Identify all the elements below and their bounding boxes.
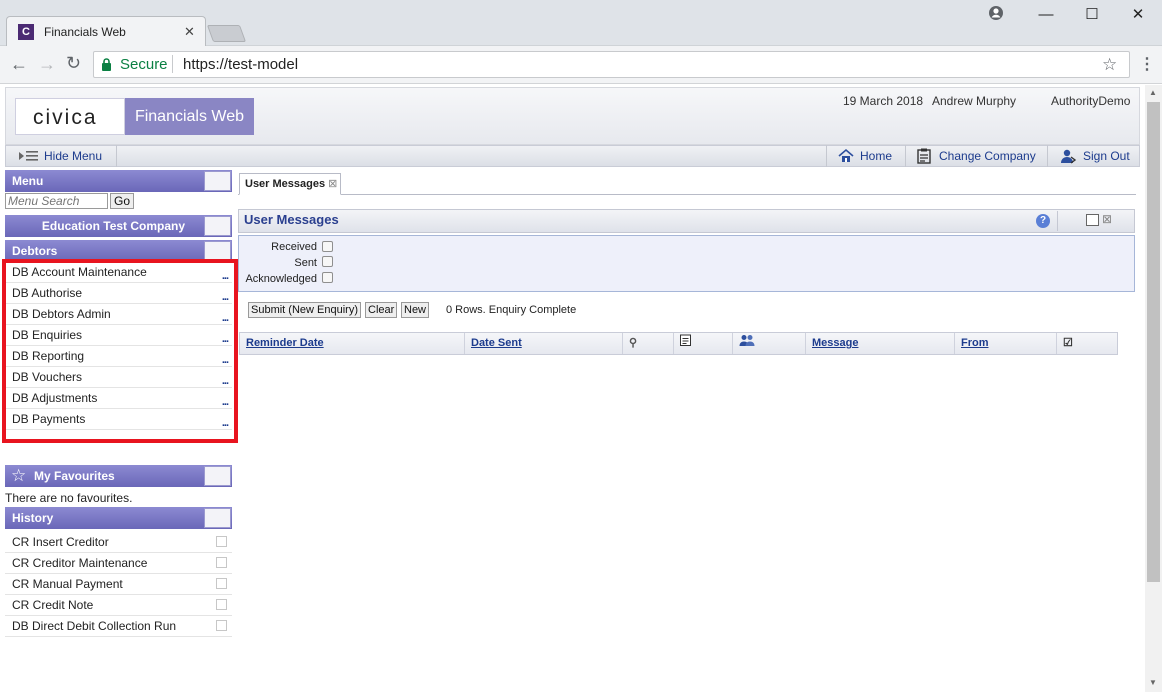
panel-restore-icon[interactable] (1086, 214, 1099, 226)
col-reminder-date[interactable]: Reminder Date (240, 333, 465, 354)
menu-panel-title: Menu (12, 174, 44, 188)
favourites-empty-text: There are no favourites. (5, 491, 133, 505)
status-text: 0 Rows. Enquiry Complete (446, 304, 577, 316)
panel-close-icon[interactable]: ⊠ (1102, 212, 1112, 226)
history-item-cr-creditor-maintenance[interactable]: CR Creditor Maintenance (5, 553, 232, 574)
hide-menu-icon[interactable] (18, 149, 40, 163)
history-panel-icon[interactable] (204, 508, 231, 528)
url-text[interactable]: https://test-model (183, 56, 298, 73)
history-item-cr-insert-creditor[interactable]: CR Insert Creditor (5, 532, 232, 553)
favourites-header: My Favourites (5, 465, 232, 487)
debtors-title: Debtors (12, 244, 58, 258)
bookmark-star-icon[interactable]: ☆ (1102, 55, 1117, 75)
sent-label: Sent (294, 257, 317, 269)
menu-panel-settings-icon[interactable] (204, 171, 231, 191)
logo-text: civica (33, 106, 98, 129)
filter-panel (238, 235, 1135, 292)
history-item-cr-credit-note[interactable]: CR Credit Note (5, 595, 232, 616)
acknowledged-checkbox[interactable] (322, 272, 333, 283)
new-button[interactable]: New (401, 302, 430, 318)
col-notes[interactable] (674, 333, 733, 354)
browser-menu-icon[interactable]: ⋮ (1139, 54, 1155, 74)
highlight-box (2, 259, 238, 443)
menu-panel-header: Menu (5, 170, 232, 192)
lock-icon (101, 58, 112, 71)
change-company-icon[interactable] (916, 148, 932, 164)
col-attachment[interactable]: ⚲ (623, 333, 674, 354)
submit-new-enquiry-button[interactable]: Submit (New Enquiry) (248, 302, 361, 318)
tab-close-icon[interactable]: ✕ (184, 24, 195, 40)
header-date: 19 March 2018 (843, 94, 924, 108)
address-divider (172, 55, 173, 73)
company-panel-icon[interactable] (204, 216, 231, 236)
menubar-divider (826, 145, 827, 167)
menu-search-input[interactable] (5, 193, 108, 209)
forward-icon[interactable]: → (38, 54, 56, 75)
open-link-icon[interactable] (216, 578, 227, 589)
open-link-icon[interactable] (216, 557, 227, 568)
profile-icon[interactable] (988, 5, 1004, 21)
clear-button[interactable]: Clear (365, 302, 398, 318)
header-user: Andrew Murphy (932, 94, 1017, 108)
scroll-down-icon[interactable]: ▼ (1149, 678, 1157, 687)
received-label: Received (271, 241, 317, 253)
tab-user-messages[interactable]: User Messages ⊠ (239, 173, 341, 195)
history-header: History (5, 507, 232, 529)
users-icon (739, 335, 755, 349)
col-acknowledged[interactable]: ☑ (1057, 333, 1117, 354)
col-recipients[interactable] (733, 333, 806, 354)
sign-out-link[interactable]: Sign Out (1083, 145, 1130, 167)
close-window-icon[interactable]: ✕ (1115, 0, 1161, 30)
app-name: Financials Web (125, 98, 254, 135)
new-tab-button[interactable] (206, 25, 247, 42)
paperclip-icon: ⚲ (629, 337, 638, 349)
help-icon[interactable]: ? (1036, 214, 1050, 228)
reload-icon[interactable]: ↻ (66, 53, 81, 74)
minimize-icon[interactable]: — (1023, 0, 1069, 30)
user-messages-panel-header (238, 209, 1135, 233)
open-link-icon[interactable] (216, 620, 227, 631)
history-item-cr-manual-payment[interactable]: CR Manual Payment (5, 574, 232, 595)
notepad-icon (680, 334, 691, 349)
menubar-divider (905, 145, 906, 167)
acknowledged-label: Acknowledged (245, 273, 317, 285)
tab-title: Financials Web (44, 25, 126, 39)
sign-out-icon[interactable] (1059, 148, 1077, 164)
change-company-link[interactable]: Change Company (939, 145, 1036, 167)
company-header: Education Test Company (5, 215, 232, 237)
history-item-db-direct-debit-collection-run[interactable]: DB Direct Debit Collection Run (5, 616, 232, 637)
favicon-icon: C (18, 24, 34, 40)
col-date-sent[interactable]: Date Sent (465, 333, 623, 354)
debtors-collapse-icon[interactable] (204, 241, 231, 261)
maximize-icon[interactable]: ☐ (1069, 0, 1115, 30)
received-checkbox[interactable] (322, 241, 333, 252)
tab-baseline (238, 194, 1136, 195)
sent-checkbox[interactable] (322, 256, 333, 267)
header-authority: AuthorityDemo (1051, 94, 1131, 108)
back-icon[interactable]: ← (10, 54, 28, 75)
favourites-title: My Favourites (34, 469, 115, 483)
home-icon[interactable] (838, 148, 854, 164)
civica-logo: civica (15, 98, 125, 135)
scrollbar-thumb[interactable] (1147, 102, 1160, 582)
company-name: Education Test Company (41, 219, 186, 233)
checkmark-icon: ☑ (1063, 337, 1073, 349)
menubar-divider (1047, 145, 1048, 167)
tab-close-icon[interactable]: ⊠ (328, 178, 337, 190)
scroll-up-icon[interactable]: ▲ (1149, 88, 1157, 97)
menubar-divider (116, 145, 117, 167)
open-link-icon[interactable] (216, 536, 227, 547)
col-message[interactable]: Message (806, 333, 955, 354)
menu-search-go-button[interactable]: Go (110, 193, 134, 209)
header-divider (1057, 211, 1058, 231)
open-link-icon[interactable] (216, 599, 227, 610)
col-from[interactable]: From (955, 333, 1057, 354)
favourites-panel-icon[interactable] (204, 466, 231, 486)
secure-label: Secure (120, 56, 168, 73)
star-icon: ☆ (11, 466, 27, 485)
hide-menu-link[interactable]: Hide Menu (44, 145, 102, 167)
history-title: History (12, 511, 54, 525)
home-link[interactable]: Home (860, 145, 892, 167)
panel-title: User Messages (244, 212, 339, 227)
